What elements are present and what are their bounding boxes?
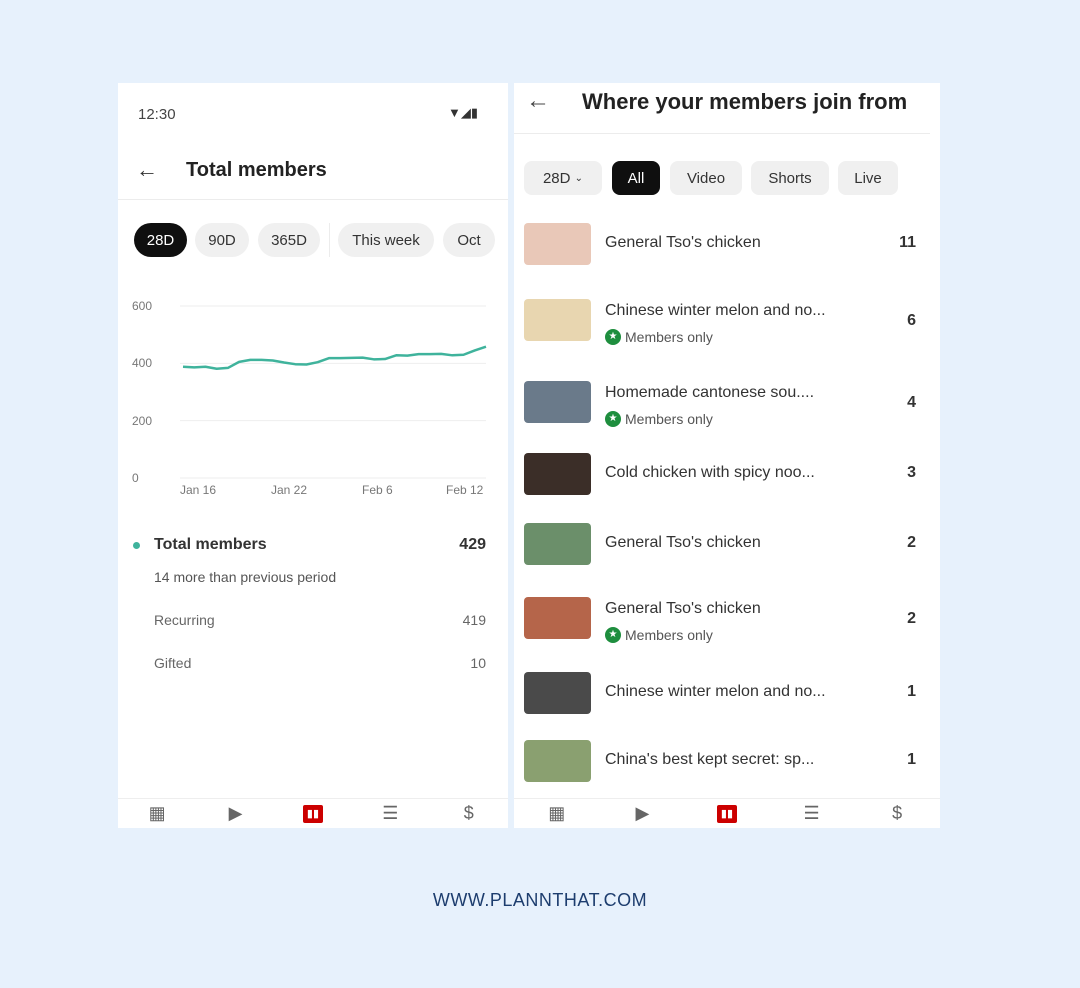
page-title: Where your members join from (582, 89, 908, 114)
gifted-value: 10 (470, 655, 486, 671)
badge-label: Members only (625, 329, 713, 345)
list-item[interactable]: Chinese winter melon and no... ★ Members … (524, 290, 940, 350)
chip-label: 28D (542, 169, 571, 187)
chip-live[interactable]: Live (838, 161, 898, 195)
video-title: General Tso's chicken (605, 234, 761, 251)
x-tick: Jan 16 (180, 483, 217, 497)
series-line (182, 345, 487, 371)
chip-all[interactable]: All (612, 161, 660, 195)
recurring-label: Recurring (154, 612, 215, 628)
comments-icon[interactable]: ☰ (379, 803, 401, 824)
comments-icon[interactable]: ☰ (801, 803, 823, 824)
content-icon[interactable]: ▶ (225, 803, 247, 824)
badge-label: Members only (625, 411, 713, 427)
star-icon: ★ (605, 411, 621, 427)
list-item[interactable]: General Tso's chicken 11 (524, 214, 940, 274)
join-count: 3 (907, 464, 916, 481)
list-item[interactable]: General Tso's chicken 2 (524, 514, 940, 574)
x-tick: Feb 6 (362, 483, 393, 497)
members-line-chart (180, 305, 487, 479)
video-thumbnail (524, 453, 591, 495)
join-count: 4 (907, 394, 916, 411)
list-item[interactable]: China's best kept secret: sp... 1 (524, 731, 940, 791)
summary-subtitle: 14 more than previous period (154, 569, 337, 585)
video-title: Cold chicken with spicy noo... (605, 464, 815, 481)
members-only-badge: ★ Members only (605, 329, 713, 345)
join-count: 11 (899, 234, 916, 251)
list-item[interactable]: Chinese winter melon and no... 1 (524, 663, 940, 723)
star-icon: ★ (605, 627, 621, 643)
x-tick: Jan 22 (271, 483, 308, 497)
analytics-icon[interactable]: ▮▮ (716, 804, 737, 823)
video-thumbnail (524, 740, 591, 782)
content-icon[interactable]: ▶ (631, 803, 653, 824)
video-thumbnail (524, 381, 591, 423)
bottom-nav: ▦ ▶ ▮▮ ☰ $ (514, 798, 940, 828)
join-count: 6 (907, 312, 916, 329)
recurring-value: 419 (462, 612, 486, 628)
gifted-label: Gifted (154, 655, 192, 671)
video-thumbnail (524, 223, 591, 265)
members-only-badge: ★ Members only (605, 411, 713, 427)
video-title: General Tso's chicken (605, 534, 761, 551)
total-members-screen: 12:30 ▼◢▮ ← Total members 28D 90D 365D T… (118, 83, 508, 828)
video-thumbnail (524, 672, 591, 714)
list-item[interactable]: Homemade cantonese sou.... ★ Members only… (524, 372, 940, 432)
earn-icon[interactable]: $ (458, 803, 480, 824)
analytics-icon[interactable]: ▮▮ (302, 804, 323, 823)
member-sources-screen: ← Where your members join from 28D ⌄ All… (514, 83, 940, 828)
bottom-nav: ▦ ▶ ▮▮ ☰ $ (118, 798, 508, 828)
list-item[interactable]: Cold chicken with spicy noo... 3 (524, 444, 940, 504)
summary-value: 429 (459, 536, 486, 553)
join-count: 1 (907, 751, 916, 768)
join-count: 1 (907, 683, 916, 700)
summary-label: Total members (154, 536, 267, 553)
dashboard-icon[interactable]: ▦ (546, 803, 568, 824)
earn-icon[interactable]: $ (886, 803, 908, 824)
video-title: Chinese winter melon and no... (605, 683, 826, 700)
video-thumbnail (524, 299, 591, 341)
chevron-down-icon: ⌄ (574, 172, 584, 184)
back-button[interactable]: ← (526, 87, 550, 115)
list-item[interactable]: General Tso's chicken ★ Members only 2 (524, 588, 940, 648)
video-thumbnail (524, 523, 591, 565)
chip-shorts[interactable]: Shorts (751, 161, 829, 195)
join-count: 2 (907, 610, 916, 627)
chip-video[interactable]: Video (670, 161, 742, 195)
legend-dot (133, 542, 140, 549)
chip-28d-dropdown[interactable]: 28D ⌄ (524, 161, 602, 195)
footer-url: WWW.PLANNTHAT.COM (432, 890, 648, 910)
star-icon: ★ (605, 329, 621, 345)
video-title: China's best kept secret: sp... (605, 751, 815, 768)
x-tick: Feb 12 (446, 483, 484, 497)
video-thumbnail (524, 597, 591, 639)
video-title: General Tso's chicken (605, 600, 761, 617)
join-count: 2 (907, 534, 916, 551)
members-only-badge: ★ Members only (605, 627, 713, 643)
video-title: Chinese winter melon and no... (605, 302, 826, 319)
dashboard-icon[interactable]: ▦ (146, 803, 168, 824)
video-title: Homemade cantonese sou.... (605, 384, 815, 401)
badge-label: Members only (625, 627, 713, 643)
